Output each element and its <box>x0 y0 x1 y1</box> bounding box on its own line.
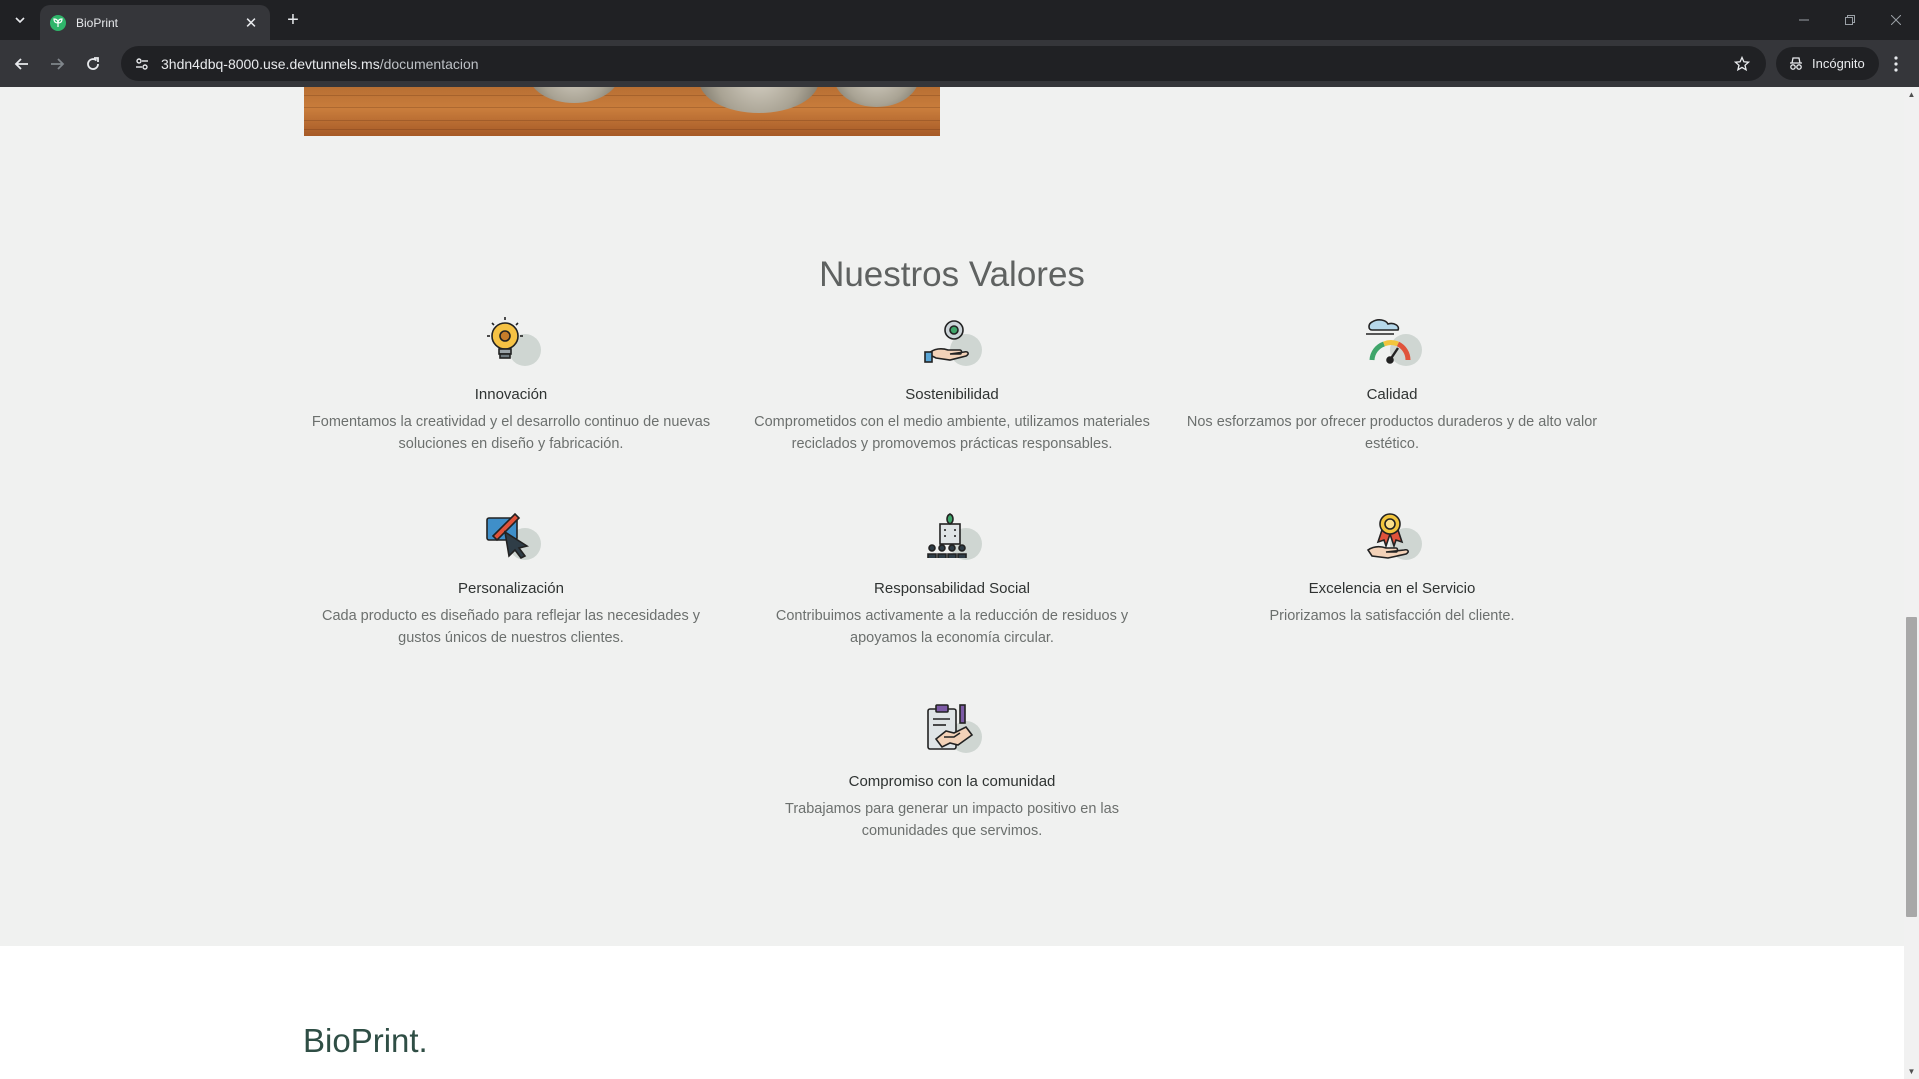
footer: BioPrint. <box>0 946 1904 1079</box>
value-description: Fomentamos la creatividad y el desarroll… <box>311 414 711 452</box>
scroll-down-arrow-icon[interactable]: ▼ <box>1907 1067 1916 1076</box>
value-description: Trabajamos para generar un impacto posit… <box>785 801 1119 839</box>
back-arrow-icon[interactable] <box>8 50 36 78</box>
more-menu-icon[interactable] <box>1884 52 1908 76</box>
value-card-innovacion: Innovación Fomentamos la creatividad y e… <box>301 316 721 455</box>
restore-icon[interactable] <box>1827 0 1873 40</box>
scroll-thumb[interactable] <box>1906 617 1917 917</box>
reload-icon[interactable] <box>79 50 107 78</box>
bookmark-star-icon[interactable] <box>1732 54 1752 74</box>
gauge-icon <box>1362 316 1422 374</box>
forward-arrow-icon[interactable] <box>43 50 71 78</box>
value-title: Excelencia en el Servicio <box>1308 580 1476 597</box>
value-description: Contribuimos activamente a la reducción … <box>775 608 1129 646</box>
value-card-calidad: Calidad Nos esforzamos por ofrecer produ… <box>1182 316 1602 455</box>
bioprint-favicon-icon <box>50 14 66 31</box>
design-cursor-icon <box>481 510 541 568</box>
community-building-icon <box>922 510 982 568</box>
value-card-sostenibilidad: Sostenibilidad Comprometidos con el medi… <box>742 316 1162 455</box>
hand-gear-icon <box>922 316 982 374</box>
url-host: 3hdn4dbq-8000.use.devtunnels.ms <box>161 55 380 72</box>
browser-tab-bar: BioPrint ✕ + <box>0 0 1919 40</box>
value-title: Responsabilidad Social <box>874 580 1030 597</box>
address-bar[interactable]: 3hdn4dbq-8000.use.devtunnels.ms/document… <box>121 46 1766 81</box>
url-text[interactable]: 3hdn4dbq-8000.use.devtunnels.ms/document… <box>161 56 479 72</box>
value-card-responsabilidad-social: Responsabilidad Social Contribuimos acti… <box>742 510 1162 649</box>
url-path: /documentacion <box>379 55 479 72</box>
value-description: Cada producto es diseñado para reflejar … <box>321 608 701 646</box>
new-tab-button[interactable]: + <box>282 9 304 31</box>
values-section-title: Nuestros Valores <box>819 255 1085 294</box>
window-controls <box>1781 0 1919 40</box>
incognito-label: Incógnito <box>1812 56 1865 71</box>
tab-search-chevron-icon[interactable] <box>8 8 32 32</box>
value-title: Sostenibilidad <box>905 386 999 403</box>
value-card-compromiso-comunidad: Compromiso con la comunidad Trabajamos p… <box>742 703 1162 842</box>
tab-close-icon[interactable]: ✕ <box>242 14 260 32</box>
value-description: Comprometidos con el medio ambiente, uti… <box>754 414 1150 452</box>
incognito-indicator[interactable]: Incógnito <box>1776 47 1879 80</box>
handshake-clipboard-icon <box>922 703 982 761</box>
browser-toolbar: 3hdn4dbq-8000.use.devtunnels.ms/document… <box>0 40 1919 87</box>
value-card-excelencia-servicio: Excelencia en el Servicio Priorizamos la… <box>1182 510 1602 627</box>
value-title: Innovación <box>474 386 548 403</box>
footer-brand-logo[interactable]: BioPrint. <box>303 1022 428 1060</box>
minimize-icon[interactable] <box>1781 0 1827 40</box>
site-info-tune-icon[interactable] <box>127 49 157 79</box>
value-description: Priorizamos la satisfacción del cliente. <box>1269 608 1515 624</box>
browser-tab[interactable]: BioPrint ✕ <box>40 5 270 40</box>
scroll-up-arrow-icon[interactable]: ▲ <box>1907 90 1916 99</box>
value-title: Calidad <box>1366 386 1418 403</box>
pots-on-wood-image <box>304 87 940 136</box>
value-description: Nos esforzamos por ofrecer productos dur… <box>1186 414 1598 452</box>
page-viewport: Nuestros Valores Innovación Fomentamos l… <box>0 87 1904 1079</box>
close-window-icon[interactable] <box>1873 0 1919 40</box>
value-title: Compromiso con la comunidad <box>848 773 1056 790</box>
incognito-icon <box>1790 56 1802 70</box>
lightbulb-gear-icon <box>481 316 541 374</box>
page-scrollbar[interactable]: ▲ ▼ <box>1904 87 1919 1079</box>
tab-title: BioPrint <box>76 15 119 30</box>
value-title: Personalización <box>458 580 564 597</box>
award-hand-icon <box>1362 510 1422 568</box>
value-card-personalizacion: Personalización Cada producto es diseñad… <box>301 510 721 649</box>
